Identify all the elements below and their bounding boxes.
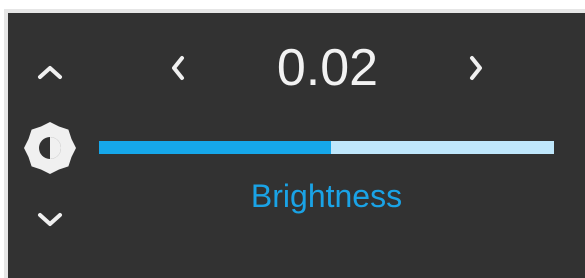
chevron-up-icon xyxy=(38,66,62,79)
brightness-value: 0.02 xyxy=(276,39,379,97)
chevron-right-icon xyxy=(470,56,482,80)
brightness-icon xyxy=(22,120,78,176)
next-setting-button[interactable] xyxy=(30,200,70,240)
slider-fill xyxy=(99,141,332,154)
previous-setting-button[interactable] xyxy=(30,52,70,92)
increase-value-button[interactable] xyxy=(456,48,496,88)
chevron-down-icon xyxy=(38,213,62,226)
brightness-slider[interactable] xyxy=(99,141,554,154)
setting-label: Brightness xyxy=(250,178,403,214)
chevron-left-icon xyxy=(172,56,184,80)
decrease-value-button[interactable] xyxy=(158,48,198,88)
